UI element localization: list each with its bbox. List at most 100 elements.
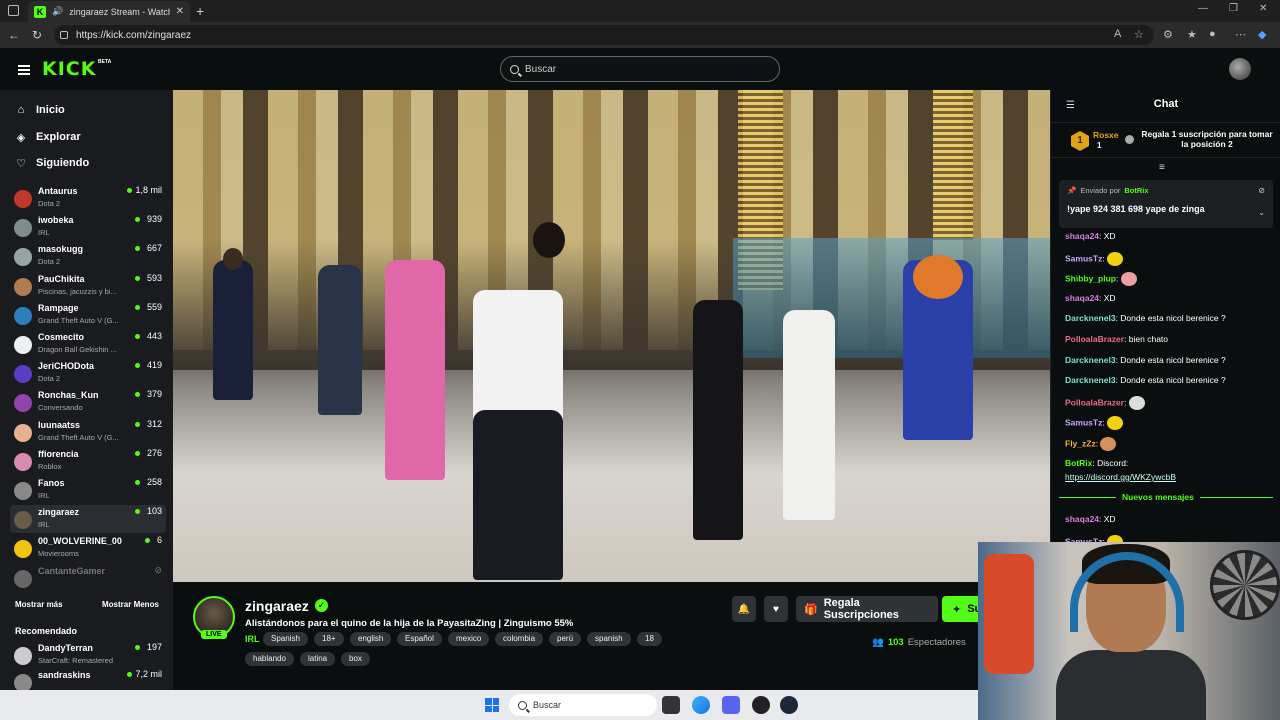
tag-chip[interactable]: spanish xyxy=(587,632,631,646)
browser-tab[interactable]: K 🔊 zingaraez Stream - Watch Li ✕ xyxy=(28,1,190,22)
chat-username[interactable]: PolloalaBrazer xyxy=(1065,334,1124,344)
chat-username[interactable]: SamusTz xyxy=(1065,253,1102,263)
user-avatar[interactable] xyxy=(1229,58,1251,80)
filter-icon[interactable]: ≡ xyxy=(1159,162,1165,173)
chat-message[interactable]: PolloalaBrazer: xyxy=(1065,395,1145,410)
sidebar-channel-ronchas_kun[interactable]: Ronchas_Kun Conversando 379 xyxy=(10,388,166,416)
minimize-icon[interactable]: — xyxy=(1198,3,1208,14)
recommended-channel-dandyterran[interactable]: DandyTerran StarCraft: Remastered 197 xyxy=(10,641,166,669)
nav-explorar[interactable]: ◈ Explorar xyxy=(15,131,81,144)
taskbar-search[interactable]: Buscar xyxy=(509,694,657,716)
chat-message[interactable]: Shibby_plup: xyxy=(1065,272,1137,287)
task-view-icon[interactable] xyxy=(662,696,680,714)
close-tab-icon[interactable]: ✕ xyxy=(176,6,184,17)
back-icon[interactable]: ← xyxy=(8,28,20,42)
chat-username[interactable]: Darcknenel3 xyxy=(1065,313,1116,323)
extensions-icon[interactable]: ⚙ xyxy=(1163,28,1173,41)
chat-message[interactable]: shaqa24: XD xyxy=(1065,293,1116,303)
sidebar-channel-masokugg[interactable]: masokugg Dota 2 667 xyxy=(10,242,166,270)
steam-icon[interactable] xyxy=(780,696,798,714)
chat-message[interactable]: SamusTz: xyxy=(1065,534,1124,542)
chat-message[interactable]: Fly_zZz: xyxy=(1065,437,1117,451)
url-bar[interactable]: https://kick.com/zingaraez xyxy=(54,25,1154,45)
tag-chip[interactable]: Español xyxy=(397,632,442,646)
sidebar-channel-pauchikita[interactable]: PauChikita Piscinas, jacuzzis y bi... 593 xyxy=(10,272,166,300)
read-aloud-icon[interactable]: A xyxy=(1114,28,1121,40)
chat-username[interactable]: Fly_zZz xyxy=(1065,438,1096,448)
favorites-icon[interactable]: ★ xyxy=(1187,28,1197,41)
new-tab-icon[interactable]: + xyxy=(196,3,204,19)
chat-message[interactable]: Darcknenel3: Donde esta nicol berenice ? xyxy=(1065,355,1226,365)
tag-chip[interactable]: colombia xyxy=(495,632,544,646)
gift-leaderboard[interactable]: 1 Rosxe 1 Regala 1 suscripción para toma… xyxy=(1051,122,1280,158)
follow-button[interactable]: ♥ xyxy=(764,596,788,622)
chat-username[interactable]: BotRix xyxy=(1065,458,1092,468)
chat-message[interactable]: SamusTz: xyxy=(1065,251,1124,266)
tag-chip[interactable]: mexico xyxy=(448,632,490,646)
pinned-message[interactable]: 📌 Enviado por BotRix ⊘ !yape 924 381 698… xyxy=(1059,180,1273,228)
chat-message[interactable]: shaqa24: XD xyxy=(1065,514,1116,524)
tag-chip[interactable]: 18 xyxy=(637,632,662,646)
tag-chip[interactable]: latina xyxy=(300,652,336,666)
restore-icon[interactable]: ❐ xyxy=(1229,3,1238,14)
sidebar-channel-cantantegamer[interactable]: CantanteGamer ⊘ xyxy=(10,564,166,592)
chat-message[interactable]: PolloalaBrazer: bien chato xyxy=(1065,334,1168,344)
sidebar-channel-antaurus[interactable]: Antaurus Dota 2 1,8 mil xyxy=(10,184,166,212)
profile-icon[interactable]: ● xyxy=(1209,28,1216,40)
sidebar-channel-ffiorencia[interactable]: ffiorencia Roblox 276 xyxy=(10,447,166,475)
video-player[interactable] xyxy=(173,90,1050,582)
favorite-star-icon[interactable]: ☆ xyxy=(1134,28,1144,41)
app-icon[interactable] xyxy=(752,696,770,714)
chat-username[interactable]: shaqa24 xyxy=(1065,293,1099,303)
sidebar-channel-zingaraez[interactable]: zingaraez IRL 103 xyxy=(10,505,166,534)
menu-dots-icon[interactable]: ⋯ xyxy=(1235,28,1246,41)
sidebar-channel-00_wolverine_00[interactable]: 00_WOLVERINE_00 Movierooms 6 xyxy=(10,534,166,562)
site-info-icon[interactable] xyxy=(60,31,68,39)
tag-chip[interactable]: hablando xyxy=(245,652,294,666)
streamer-name[interactable]: zingaraez xyxy=(245,598,309,614)
notifications-button[interactable]: 🔔 xyxy=(732,596,756,622)
tag-chip[interactable]: Spanish xyxy=(263,632,308,646)
discord-icon[interactable] xyxy=(722,696,740,714)
show-less-link[interactable]: Mostrar Menos xyxy=(102,600,159,609)
chat-message[interactable]: BotRix: Discord: xyxy=(1065,458,1128,468)
tag-chip[interactable]: perú xyxy=(549,632,582,646)
unpin-icon[interactable]: ⊘ xyxy=(1258,186,1265,195)
sidebar-channel-cosmecito[interactable]: Cosmecito Dragon Ball Gekishin ... 443 xyxy=(10,330,166,358)
chat-username[interactable]: shaqa24 xyxy=(1065,514,1099,524)
chat-username[interactable]: Darcknenel3 xyxy=(1065,375,1116,385)
stream-category[interactable]: IRL xyxy=(245,634,260,644)
tab-actions-icon[interactable] xyxy=(8,5,19,16)
chat-message[interactable]: Darcknenel3: Donde esta nicol berenice ? xyxy=(1065,375,1226,385)
copilot-icon[interactable]: ◆ xyxy=(1258,28,1266,41)
discord-link[interactable]: https://discord.gg/WKZywcbB xyxy=(1065,472,1176,482)
sidebar-channel-iwobeka[interactable]: iwobeka IRL 939 xyxy=(10,213,166,241)
kick-logo[interactable]: KICK xyxy=(42,58,96,80)
refresh-icon[interactable]: ↻ xyxy=(32,28,42,42)
chat-username[interactable]: SamusTz xyxy=(1065,418,1102,428)
chat-username[interactable]: Shibby_plup xyxy=(1065,273,1116,283)
nav-siguiendo[interactable]: ♡ Siguiendo xyxy=(15,157,89,170)
chat-username[interactable]: Darcknenel3 xyxy=(1065,355,1116,365)
tag-chip[interactable]: english xyxy=(350,632,392,646)
sidebar-channel-rampage[interactable]: Rampage Grand Theft Auto V (G... 559 xyxy=(10,301,166,329)
chevron-down-icon[interactable]: ⌄ xyxy=(1258,208,1265,217)
speaker-icon[interactable]: 🔊 xyxy=(52,6,63,17)
sidebar-channel-fanos[interactable]: Fanos IRL 258 xyxy=(10,476,166,504)
close-window-icon[interactable]: ✕ xyxy=(1259,3,1267,14)
edge-browser-icon[interactable] xyxy=(692,696,710,714)
tag-chip[interactable]: box xyxy=(341,652,370,666)
chat-message[interactable]: Darcknenel3: Donde esta nicol berenice ? xyxy=(1065,313,1226,323)
windows-start-icon[interactable] xyxy=(485,698,499,712)
chat-username[interactable]: shaqa24 xyxy=(1065,231,1099,241)
chat-username[interactable]: PolloalaBrazer xyxy=(1065,397,1124,407)
search-input[interactable]: Buscar xyxy=(500,56,780,82)
chat-message[interactable]: SamusTz: xyxy=(1065,416,1124,431)
nav-inicio[interactable]: ⌂ Inicio xyxy=(15,104,65,116)
chat-message[interactable]: shaqa24: XD xyxy=(1065,231,1116,241)
hamburger-menu-icon[interactable] xyxy=(18,65,30,75)
sidebar-channel-jerichodota[interactable]: JeriCHODota Dota 2 419 xyxy=(10,359,166,387)
gift-subs-button[interactable]: 🎁 Regala Suscripciones xyxy=(796,596,938,622)
sidebar-channel-luunaatss[interactable]: luunaatss Grand Theft Auto V (G... 312 xyxy=(10,418,166,446)
show-more-link[interactable]: Mostrar más xyxy=(15,600,63,609)
